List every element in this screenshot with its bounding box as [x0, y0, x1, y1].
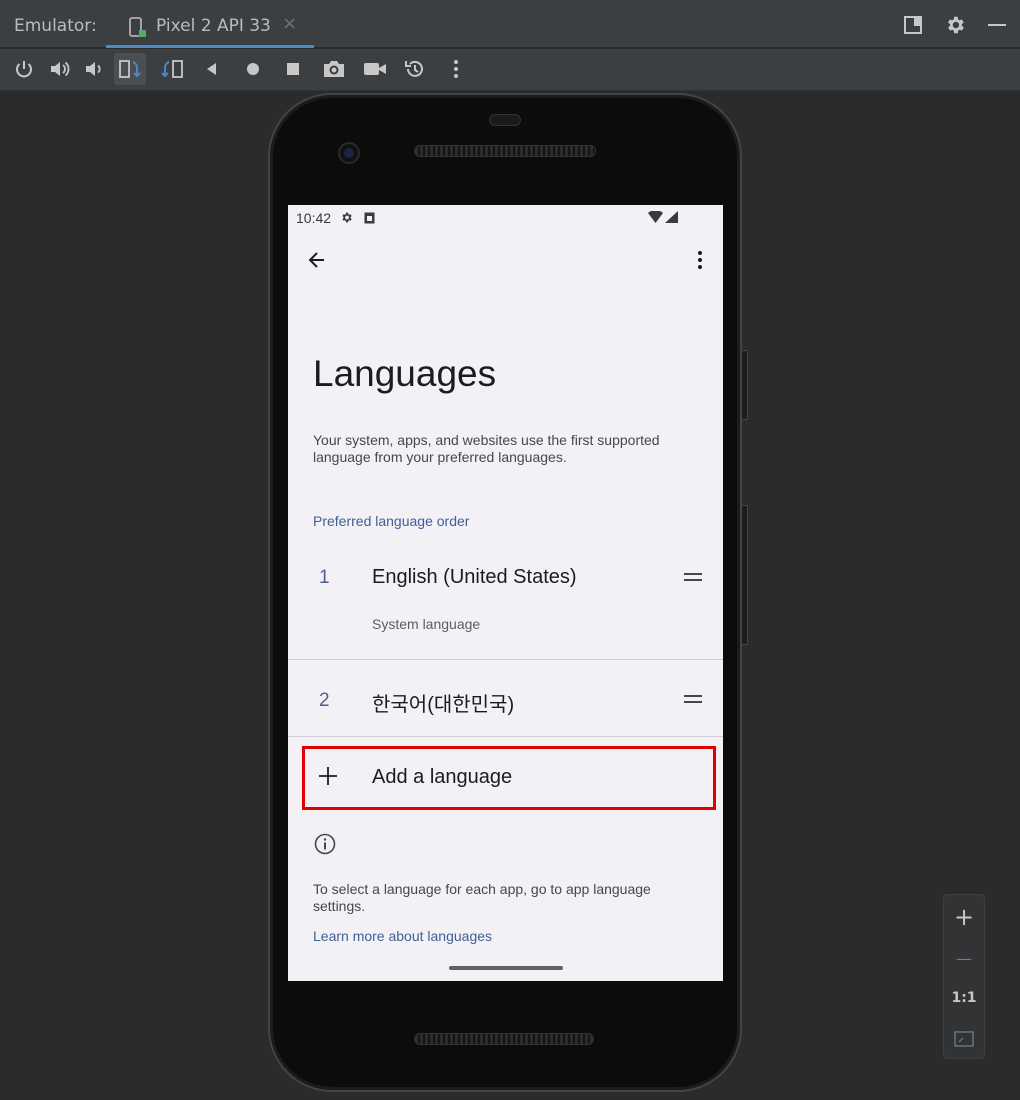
- power-icon[interactable]: [8, 53, 40, 85]
- device-icon: [129, 17, 146, 37]
- actual-size-button[interactable]: 1:1: [944, 980, 984, 1016]
- window-mode-icon[interactable]: [900, 12, 926, 38]
- language-name: 한국어(대한민국): [372, 694, 515, 716]
- status-time: 10:42: [296, 210, 332, 226]
- footer-description: To select a language for each app, go to…: [313, 881, 651, 914]
- earpiece: [489, 114, 521, 126]
- drag-handle-icon[interactable]: [684, 572, 702, 582]
- page-title: Languages: [313, 353, 497, 394]
- front-camera: [338, 142, 360, 164]
- section-title-preferred-order: Preferred language order: [313, 513, 470, 529]
- volume-side-button[interactable]: [741, 505, 748, 645]
- plus-icon: [319, 767, 337, 785]
- wifi-icon: [648, 211, 663, 223]
- rotate-right-icon[interactable]: [156, 53, 188, 85]
- language-name: English (United States): [372, 566, 577, 588]
- top-speaker: [414, 145, 596, 157]
- cellular-signal-icon: [665, 211, 678, 223]
- language-order-number: 2: [319, 690, 330, 711]
- more-vert-icon[interactable]: [440, 53, 472, 85]
- add-language-button[interactable]: Add a language: [302, 746, 716, 810]
- tab-close-icon[interactable]: ×: [282, 13, 297, 34]
- page-description: Your system, apps, and websites use the …: [313, 432, 660, 465]
- emulator-toolbar: [0, 49, 1020, 91]
- volume-up-icon[interactable]: [44, 53, 76, 85]
- device-screen: 10:42 Languages Your system, apps, and w…: [288, 205, 723, 981]
- home-icon[interactable]: [237, 53, 269, 85]
- zoom-in-button[interactable]: +: [944, 899, 984, 935]
- minimize-icon[interactable]: [984, 12, 1010, 38]
- drag-handle-icon[interactable]: [684, 694, 702, 704]
- power-side-button[interactable]: [741, 350, 748, 420]
- add-language-label: Add a language: [372, 766, 513, 788]
- overview-icon[interactable]: [277, 53, 309, 85]
- language-subtitle: System language: [372, 616, 481, 632]
- back-icon[interactable]: [196, 53, 228, 85]
- back-arrow-icon[interactable]: [297, 240, 337, 280]
- rotate-left-icon[interactable]: [114, 53, 146, 85]
- settings-status-icon: [342, 212, 352, 223]
- emulator-titlebar: Emulator: Pixel 2 API 33 ×: [0, 0, 1020, 48]
- snapshot-icon[interactable]: [399, 53, 431, 85]
- device-tab[interactable]: Pixel 2 API 33 ×: [106, 6, 314, 48]
- device-tab-label: Pixel 2 API 33: [156, 16, 271, 36]
- status-bar: 10:42: [288, 205, 723, 231]
- gesture-navigation-bar[interactable]: [449, 966, 563, 970]
- sim-status-icon: [364, 212, 375, 224]
- overflow-menu-icon[interactable]: [680, 240, 720, 280]
- learn-more-link[interactable]: Learn more about languages: [313, 928, 492, 944]
- fit-screen-icon[interactable]: [944, 1021, 984, 1057]
- bottom-speaker: [414, 1033, 594, 1045]
- divider: [288, 736, 723, 737]
- emulator-label: Emulator:: [14, 16, 97, 36]
- settings-gear-icon[interactable]: [942, 12, 968, 38]
- zoom-controls: + — 1:1: [943, 894, 985, 1059]
- tab-active-indicator: [106, 45, 314, 48]
- volume-down-icon[interactable]: [78, 53, 110, 85]
- info-icon: [314, 833, 336, 855]
- screenshot-camera-icon[interactable]: [318, 53, 350, 85]
- zoom-out-button[interactable]: —: [944, 940, 984, 976]
- language-order-number: 1: [319, 567, 330, 588]
- language-item-english[interactable]: 1 English (United States) System languag…: [288, 545, 723, 659]
- screen-record-icon[interactable]: [359, 53, 391, 85]
- language-item-korean[interactable]: 2 한국어(대한민국): [288, 660, 723, 736]
